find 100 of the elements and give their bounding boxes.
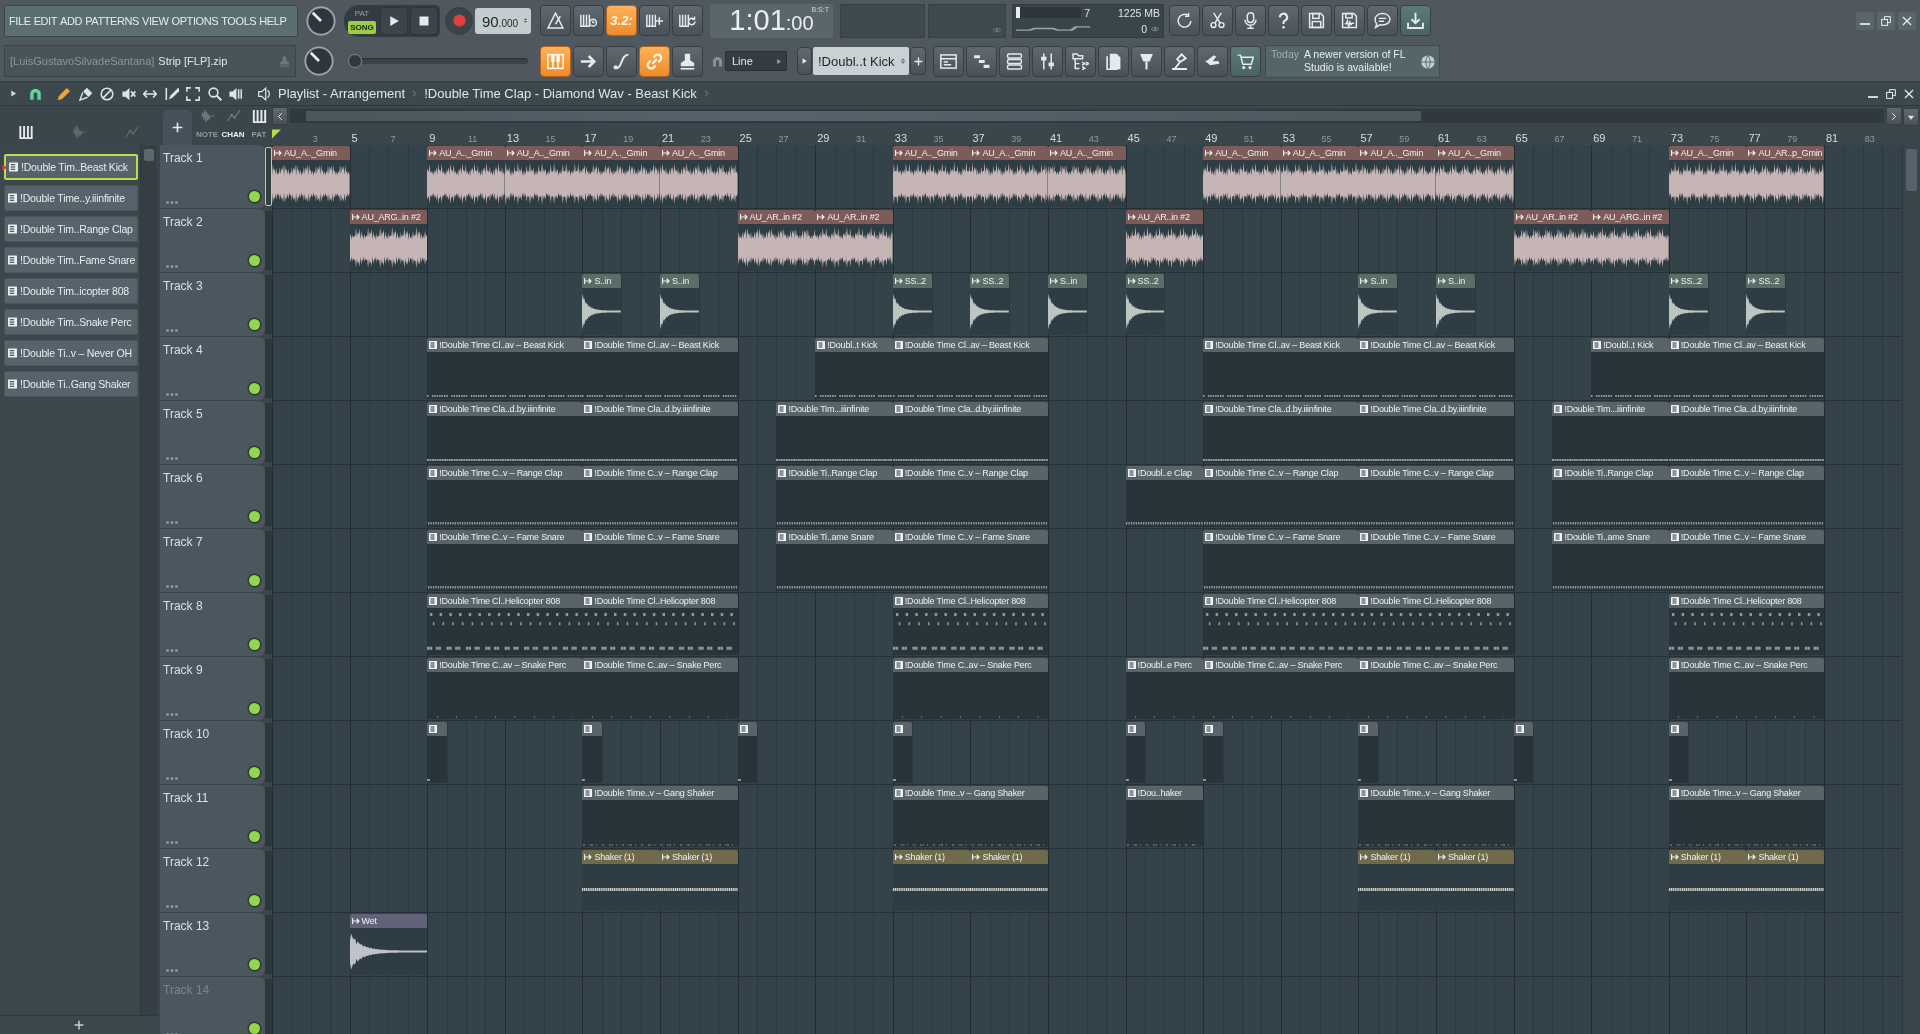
audio-clip[interactable]: AU_A.._Gmin	[970, 146, 1048, 207]
close-button[interactable]	[1898, 11, 1916, 30]
pattern-clip[interactable]	[582, 722, 602, 783]
pattern-clip[interactable]: !Double Time Cla..d.by.iiinfinite	[892, 402, 1048, 463]
pattern-clip[interactable]: !Double Time Cl..Helicopter 808	[892, 594, 1048, 655]
audio-clip[interactable]: SS..2	[970, 274, 1010, 335]
slider-thumb[interactable]	[348, 54, 362, 68]
pattern-clip[interactable]: !Doubl..t Kick	[815, 338, 893, 399]
pattern-clip[interactable]: !Double Time C..v – Fame Snare	[892, 530, 1048, 591]
pattern-clip[interactable]: !Double Ti..ame Snare	[1552, 530, 1669, 591]
track-lane[interactable]	[272, 401, 1902, 465]
mute-switch[interactable]	[249, 447, 260, 458]
mute-switch[interactable]	[249, 255, 260, 266]
chat-button[interactable]	[1367, 5, 1398, 36]
pattern-item[interactable]: !Double Tim..Snake Perc	[4, 309, 138, 335]
selection-marker[interactable]	[265, 787, 272, 846]
track-header[interactable]: Track 5	[160, 401, 265, 464]
mute-switch[interactable]	[249, 511, 260, 522]
audio-clip[interactable]: AU_AR..in #2	[1125, 210, 1204, 271]
steps-button[interactable]	[966, 45, 997, 77]
tempo-display[interactable]: 90.000	[475, 7, 531, 34]
pattern-item[interactable]: !Double Tim..Beast Kick	[4, 154, 138, 180]
record-audio-button[interactable]	[1235, 5, 1266, 36]
mute-switch[interactable]	[249, 703, 260, 714]
mute-switch[interactable]	[249, 191, 260, 202]
snap-dropdown[interactable]: Line	[725, 51, 787, 71]
track-lane[interactable]	[272, 337, 1902, 401]
mute-switch[interactable]	[249, 895, 260, 906]
selection-marker[interactable]	[265, 851, 272, 910]
track-header[interactable]: Track 1	[160, 145, 265, 208]
audio-clip[interactable]: AU_AR..p_Gmin	[1746, 146, 1824, 207]
pattern-clip[interactable]: !Double Tim...iiinfinite	[776, 402, 893, 463]
scroll-left-button[interactable]	[272, 107, 288, 125]
knob[interactable]	[306, 5, 336, 36]
pattern-clip[interactable]: !Double Time Cl..Helicopter 808	[427, 594, 583, 655]
pattern-clip[interactable]	[427, 722, 447, 783]
pattern-item[interactable]: !Double Ti..Gang Shaker	[4, 371, 138, 397]
pattern-clip[interactable]: !Double Time C..av – Snake Perc	[427, 658, 583, 719]
audio-clip[interactable]: AU_A.._Gmin	[582, 146, 660, 207]
menu-item[interactable]: FILE	[9, 14, 31, 27]
mute-switch[interactable]	[249, 959, 260, 970]
selection-marker[interactable]	[265, 275, 272, 334]
audio-clip[interactable]: S..in	[582, 274, 622, 335]
track-header[interactable]: Track 10	[160, 721, 265, 784]
track-header[interactable]: Track 6	[160, 465, 265, 528]
pattern-clip[interactable]: !Dou..haker	[1125, 786, 1204, 847]
pattern-clip[interactable]: !Double Ti..Range Clap	[1552, 466, 1669, 527]
pointer-button[interactable]	[1197, 45, 1228, 77]
restore-button[interactable]	[1883, 86, 1898, 101]
audio-clip[interactable]: AU_A.._Gmin	[504, 146, 583, 207]
scroll-right-button[interactable]	[1885, 107, 1902, 125]
track-lane[interactable]: AU_ARG..in #2 AU_AR..in #2 AU_AR..in #2 AU_AR..in #2 AU_AR..in #2 AU_ARG..in #2	[272, 209, 1902, 273]
restore-button[interactable]	[1877, 11, 1895, 30]
track-lane[interactable]	[272, 657, 1902, 721]
track-header[interactable]: Track 9	[160, 657, 265, 720]
pattern-clip[interactable]	[1125, 722, 1145, 783]
arrow-button[interactable]	[573, 45, 604, 77]
audio-clip[interactable]: AU_A.._Gmin	[1280, 146, 1359, 207]
track-lane[interactable]: Wet	[272, 913, 1902, 977]
add-pattern-button[interactable]	[910, 47, 926, 75]
list-button[interactable]	[999, 45, 1030, 77]
pattern-clip[interactable]: !Double Time C..v – Range Clap	[582, 466, 738, 527]
selection-marker[interactable]	[265, 467, 272, 526]
audio-clip[interactable]: AU_A.._Gmin	[1436, 146, 1514, 207]
selection-marker[interactable]	[265, 979, 272, 1034]
pattern-clip[interactable]	[1203, 722, 1223, 783]
selection-marker[interactable]	[265, 531, 272, 590]
filter-button[interactable]	[17, 124, 36, 140]
track-header[interactable]: Track 13	[160, 913, 265, 976]
track-lane[interactable]: S..in S..in SS..2 SS..2 S..in SS..2 S..in S..in SS..2 SS..2	[272, 273, 1902, 337]
audio-clip[interactable]: S..in	[1436, 274, 1475, 335]
pattern-clip[interactable]: !Double Time C..v – Range Clap	[1358, 466, 1514, 527]
mode-toggle[interactable]: SONG	[348, 21, 376, 34]
audio-clip[interactable]: AU_A.._Gmin	[1048, 146, 1126, 207]
save-button[interactable]	[1301, 5, 1332, 36]
track-header[interactable]: Track 11	[160, 785, 265, 848]
pattern-clip[interactable]	[892, 722, 913, 783]
cut-button[interactable]	[1202, 5, 1233, 36]
pattern-item[interactable]: !Double Tim..Range Clap	[4, 216, 138, 242]
audio-clip[interactable]: S..in	[660, 274, 699, 335]
browser-button[interactable]	[1065, 45, 1096, 77]
mute-switch[interactable]	[249, 1023, 260, 1034]
play-button[interactable]	[380, 6, 408, 35]
selection-marker[interactable]	[265, 723, 272, 782]
pattern-clip[interactable]: !Double Time..v – Gang Shaker	[582, 786, 738, 847]
audio-clip[interactable]: AU_A.._Gmin	[427, 146, 505, 207]
pattern-clip[interactable]	[1513, 722, 1533, 783]
metronome-button[interactable]	[540, 5, 571, 36]
track-header[interactable]: Track 4	[160, 337, 265, 400]
selection-marker[interactable]	[265, 403, 272, 462]
mute-switch[interactable]	[249, 831, 260, 842]
timeline-ruler[interactable]: 3 5 7 9 11 13 15 17 19 21 23 25 27 29 31 33 35 37 39 41 43 45 47 49 51 53 55 57 59 61 63 65 67 69 71 73 75 77 79 81 83	[272, 126, 1902, 145]
pattern-clip[interactable]: !Double Time..v – Gang Shaker	[1668, 786, 1824, 847]
audio-clip[interactable]: AU_A.._Gmin	[1203, 146, 1281, 207]
pattern-clip[interactable]: !Double Time C..v – Range Clap	[1668, 466, 1824, 527]
track-lane[interactable]	[272, 721, 1902, 785]
pattern-item[interactable]: !Double Time..y.iiinfinite	[4, 185, 138, 211]
selection-marker[interactable]	[265, 595, 272, 654]
track-lane[interactable]: !Double Time..v – Gang Shaker !Double Time..v – Gang Shaker !Dou..haker !Double Time..v – Gang Shaker !Double Time..v – Gang Shaker	[272, 785, 1902, 849]
menu-item[interactable]: PATTERNS	[85, 14, 139, 27]
